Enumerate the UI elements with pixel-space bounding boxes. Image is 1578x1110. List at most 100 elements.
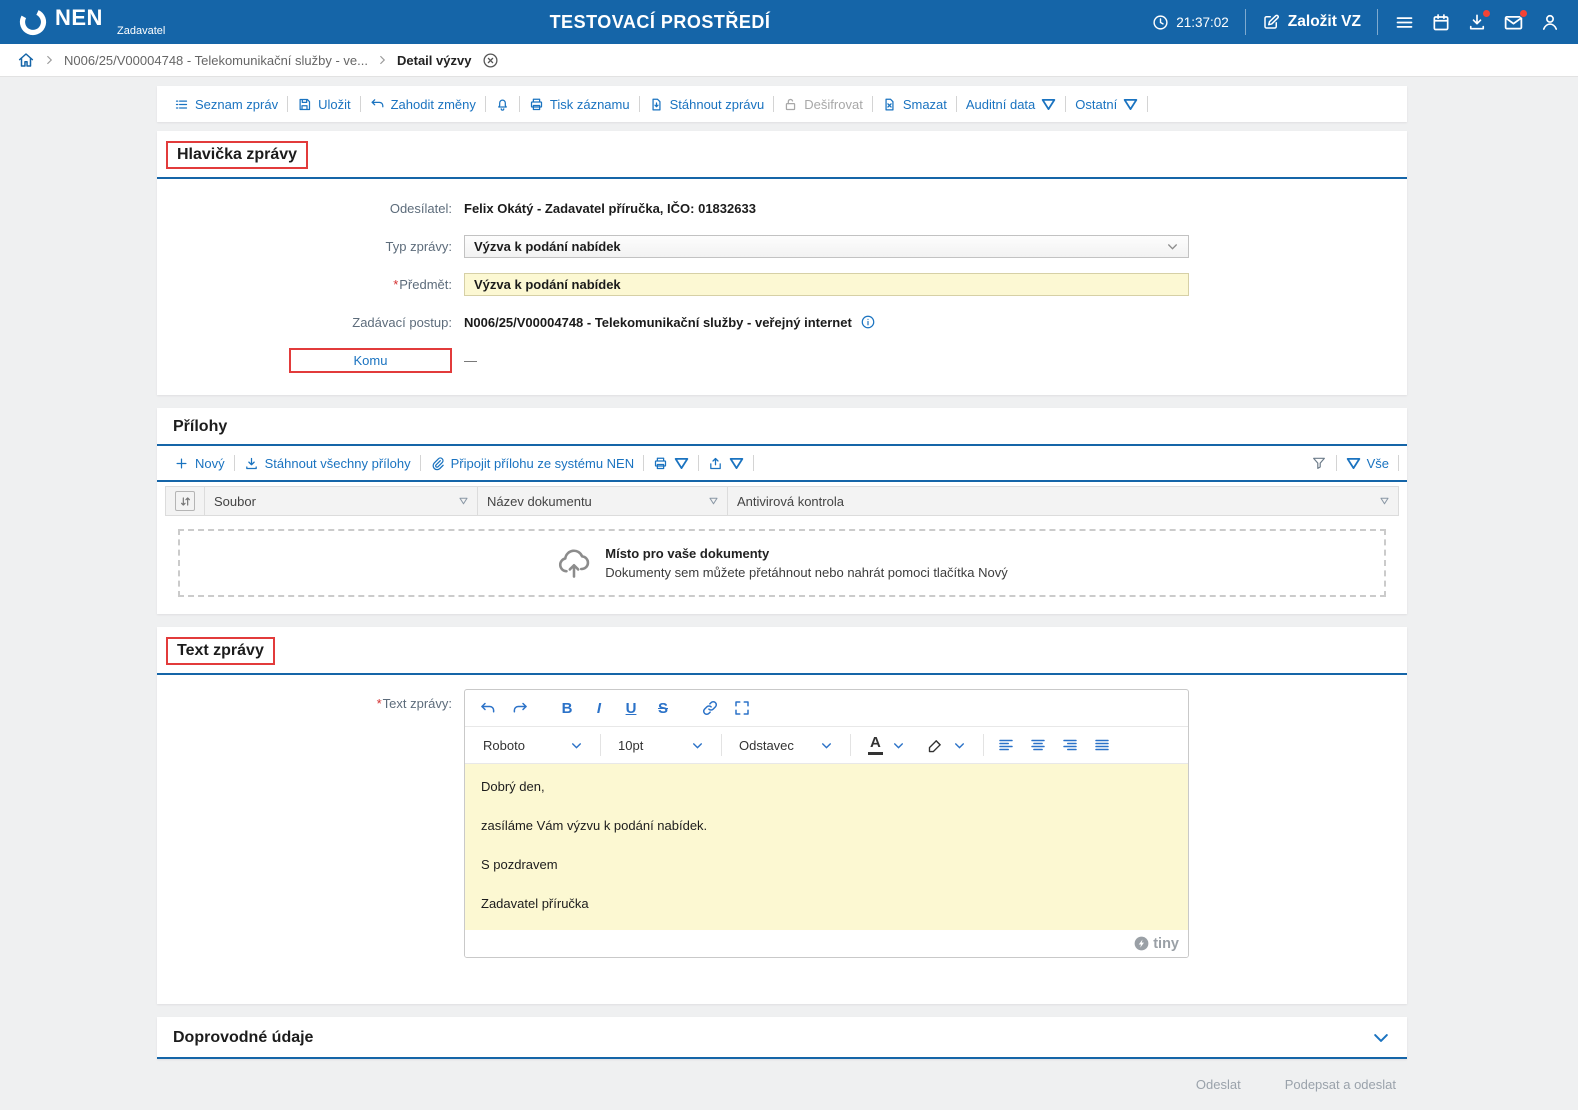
stahnout-zpravu-button[interactable]: Stáhnout zprávu — [640, 97, 774, 112]
filter-button[interactable] — [1302, 455, 1336, 471]
highlighter-icon — [927, 737, 944, 754]
cmd-label: Dešifrovat — [804, 96, 863, 112]
auditni-data-button[interactable]: Auditní data — [957, 97, 1065, 112]
close-icon[interactable] — [482, 52, 499, 69]
to-button[interactable]: Komu — [289, 348, 452, 373]
italic-button[interactable]: I — [584, 694, 614, 722]
odeslat-button[interactable]: Odeslat — [1196, 1077, 1241, 1092]
filter-vse-button[interactable]: Vše — [1337, 456, 1398, 471]
strikethrough-button[interactable]: S — [648, 694, 678, 722]
funnel-icon — [1311, 455, 1327, 471]
dropdown-triangle-icon — [674, 456, 689, 471]
home-icon[interactable] — [17, 51, 35, 69]
record-toolbar: Seznam zpráv Uložit Zahodit změny Tisk z… — [157, 86, 1407, 122]
server-time: 21:37:02 — [1152, 14, 1229, 31]
block-format-select[interactable]: Odstavec — [729, 731, 843, 759]
dropzone-title: Místo pro vaše dokumenty — [605, 546, 770, 561]
pripojit-prilohu-button[interactable]: Připojit přílohu ze systému NEN — [421, 456, 644, 471]
column-header-nazev[interactable]: Název dokumentu — [478, 487, 728, 515]
create-vz-button[interactable]: Založit VZ — [1262, 13, 1361, 31]
desifrovat-button[interactable]: Dešifrovat — [774, 97, 872, 112]
calendar-icon — [1431, 12, 1451, 32]
align-left-button[interactable] — [991, 731, 1021, 759]
align-center-button[interactable] — [1023, 731, 1053, 759]
text-color-select[interactable]: A — [858, 731, 915, 759]
column-header-soubor[interactable]: Soubor — [205, 487, 478, 515]
procedure-value: N006/25/V00004748 - Telekomunikační služ… — [464, 314, 852, 330]
align-justify-button[interactable] — [1087, 731, 1117, 759]
watch-button[interactable] — [486, 97, 519, 112]
align-right-icon — [1061, 736, 1079, 754]
redo-button[interactable] — [505, 694, 535, 722]
column-label: Název dokumentu — [487, 493, 592, 509]
export-attachments-button[interactable] — [699, 456, 753, 471]
breadcrumb-procedure[interactable]: N006/25/V00004748 - Telekomunikační služ… — [64, 53, 368, 68]
message-text-label-text: Text zprávy: — [382, 696, 452, 711]
block-format-value: Odstavec — [739, 737, 794, 753]
calendar-button[interactable] — [1431, 12, 1451, 32]
downloads-button[interactable] — [1467, 9, 1491, 32]
fullscreen-button[interactable] — [727, 694, 757, 722]
chevron-right-icon — [379, 54, 386, 66]
smazat-button[interactable]: Smazat — [873, 97, 956, 112]
bold-button[interactable]: B — [552, 694, 582, 722]
tiny-logo[interactable]: tiny — [1134, 936, 1179, 952]
main-menu-button[interactable] — [1394, 12, 1415, 33]
font-family-select[interactable]: Roboto — [473, 731, 593, 759]
to-value: — — [464, 352, 477, 368]
paragraph: Zadavatel příručka — [481, 896, 589, 911]
subject-input[interactable]: Výzva k podání nabídek — [464, 272, 1189, 296]
doc-download-icon — [649, 97, 664, 112]
undo-icon — [479, 699, 497, 717]
divider — [600, 734, 601, 756]
upload-dropzone[interactable]: Místo pro vaše dokumenty Dokumenty sem m… — [178, 529, 1386, 597]
novy-button[interactable]: Nový — [165, 456, 234, 471]
zahodit-zmeny-button[interactable]: Zahodit změny — [361, 97, 485, 112]
section-attachments: Přílohy Nový Stáhnout všechny přílohy Př… — [157, 408, 1407, 614]
form-row-to: Komu — — [171, 347, 1393, 373]
tisk-zaznamu-button[interactable]: Tisk záznamu — [520, 97, 639, 112]
breadcrumb-current: Detail výzvy — [397, 52, 472, 68]
seznam-zprav-button[interactable]: Seznam zpráv — [165, 97, 287, 112]
underline-button[interactable]: U — [616, 694, 646, 722]
download-icon — [244, 456, 259, 471]
column-header-antivir[interactable]: Antivirová kontrola — [728, 487, 1398, 515]
cmd-label: Stáhnout všechny přílohy — [264, 455, 411, 471]
form-row-type: Typ zprávy: Výzva k podání nabídek — [171, 233, 1393, 259]
section-additional: Doprovodné údaje — [157, 1017, 1407, 1059]
podepsat-odeslat-button[interactable]: Podepsat a odeslat — [1285, 1077, 1396, 1092]
editor-content[interactable]: Dobrý den, zasíláme Vám výzvu k podání n… — [465, 764, 1188, 930]
ostatni-button[interactable]: Ostatní — [1066, 97, 1147, 112]
highlight-color-select[interactable] — [917, 731, 976, 759]
save-icon — [297, 97, 312, 112]
form-row-sender: Odesílatel: Felix Okátý - Zadavatel přír… — [171, 195, 1393, 221]
messages-button[interactable] — [1503, 8, 1528, 33]
attachments-toolbar: Nový Stáhnout všechny přílohy Připojit p… — [157, 446, 1407, 480]
stahnout-vse-button[interactable]: Stáhnout všechny přílohy — [235, 456, 420, 471]
list-icon — [174, 97, 189, 112]
sort-button[interactable] — [175, 491, 195, 511]
accordion-header[interactable]: Doprovodné údaje — [157, 1017, 1407, 1057]
brand[interactable]: NEN Zadavatel — [18, 0, 258, 44]
nen-logo-icon — [18, 7, 48, 37]
font-size-select[interactable]: 10pt — [608, 731, 714, 759]
message-type-select[interactable]: Výzva k podání nabídek — [464, 234, 1189, 258]
column-label: Antivirová kontrola — [737, 493, 844, 509]
message-header-form: Odesílatel: Felix Okátý - Zadavatel přír… — [157, 179, 1407, 395]
brand-name: NEN — [55, 5, 103, 30]
richtext-editor: B I U S Roboto 10pt Odstavec A Dobrý den… — [464, 689, 1189, 958]
info-icon[interactable] — [860, 314, 876, 330]
section-message-body: Text zprávy *Text zprávy: B I U S Roboto… — [157, 627, 1407, 1004]
chevron-down-icon — [892, 739, 905, 752]
cmd-label: Ostatní — [1075, 96, 1118, 112]
print-attachments-button[interactable] — [644, 456, 698, 471]
ulozit-button[interactable]: Uložit — [288, 97, 360, 112]
link-button[interactable] — [695, 694, 725, 722]
undo-button[interactable] — [473, 694, 503, 722]
divider — [721, 734, 722, 756]
align-right-button[interactable] — [1055, 731, 1085, 759]
editor-toolbar-row2: Roboto 10pt Odstavec A — [465, 727, 1188, 764]
top-header: NEN Zadavatel TESTOVACÍ PROSTŘEDÍ 21:37:… — [0, 0, 1578, 44]
chevron-down-icon[interactable] — [1371, 1028, 1391, 1048]
user-button[interactable] — [1540, 12, 1560, 32]
